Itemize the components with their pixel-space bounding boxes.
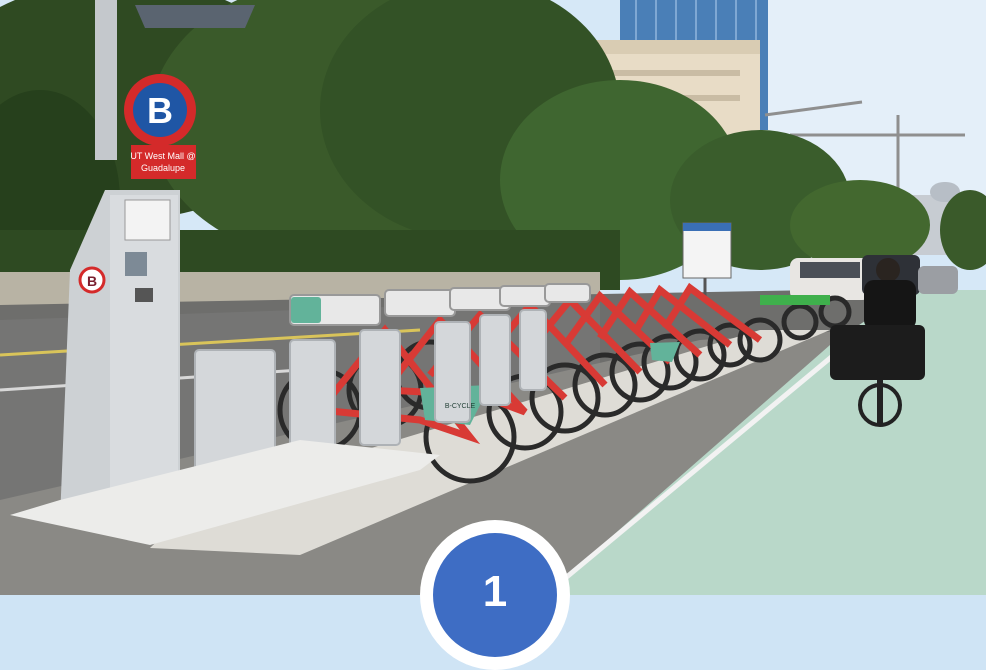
- station-letter: B: [147, 90, 173, 131]
- step-number-badge: 1: [420, 520, 570, 670]
- station-name-line2: Guadalupe: [141, 163, 185, 173]
- solar-panel: [135, 5, 255, 28]
- kiosk-small-letter: B: [87, 273, 97, 289]
- bike-brand-label: B-CYCLE: [445, 403, 476, 410]
- bike-share-station-photo: B UT West Mall @ Guadalupe B B-CYCLE: [0, 0, 986, 595]
- step-number: 1: [433, 533, 557, 657]
- station-name-line1: UT West Mall @: [130, 151, 195, 161]
- station-sign: B UT West Mall @ Guadalupe: [124, 74, 196, 179]
